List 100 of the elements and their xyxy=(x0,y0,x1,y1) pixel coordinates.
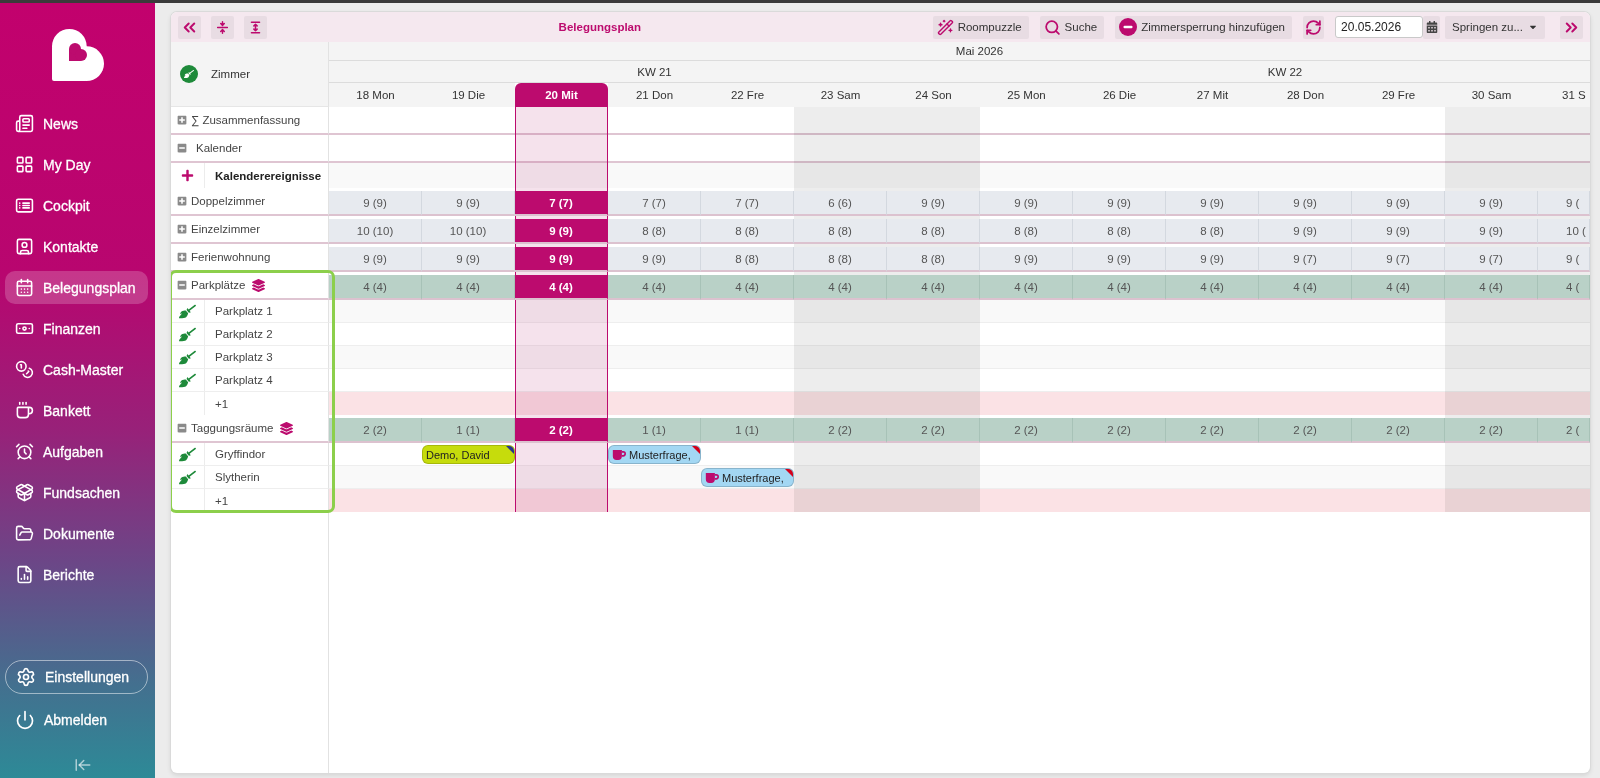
collapse-rows-button[interactable] xyxy=(211,15,234,39)
count-cell: 2 (2) xyxy=(887,418,980,443)
group-label: Taggungsräume xyxy=(191,422,274,434)
day-header: 22 Fre xyxy=(701,83,794,107)
week-label: KW 22 xyxy=(980,61,1590,83)
grid-icon xyxy=(15,155,34,174)
count-cell: 6 (6) xyxy=(794,191,887,216)
nav-item[interactable]: Cash-Master xyxy=(5,353,148,386)
open-box-icon xyxy=(15,483,34,502)
count-cell: 1 (1) xyxy=(608,418,701,443)
count-cell: 4 (4) xyxy=(1073,275,1166,300)
day-header: 20 Mit xyxy=(515,83,608,107)
broom-icon[interactable] xyxy=(179,325,196,343)
count-cell: 10 ( xyxy=(1538,219,1590,244)
count-cell: 2 (2) xyxy=(329,418,422,443)
nav-item[interactable]: Bankett xyxy=(5,394,148,427)
count-cell: 2 (2) xyxy=(980,418,1073,443)
count-cell: 9 (9) xyxy=(329,247,422,272)
more-rooms-label[interactable]: +1 xyxy=(215,397,229,410)
refresh-button[interactable] xyxy=(1303,15,1325,39)
count-cell: 8 (8) xyxy=(701,247,794,272)
broom-icon[interactable] xyxy=(179,302,196,320)
count-cell: 8 (8) xyxy=(1166,219,1259,244)
more-rooms-label[interactable]: +1 xyxy=(215,494,229,507)
toolbar-button[interactable]: Zimmersperrung hinzufügen xyxy=(1115,15,1293,39)
count-cell: 8 (8) xyxy=(887,247,980,272)
count-cell: 8 (8) xyxy=(608,219,701,244)
count-cell: 2 ( xyxy=(1538,418,1590,443)
scroll-right-button[interactable] xyxy=(1560,15,1583,39)
room-label: Parkplatz 3 xyxy=(215,351,273,363)
cup-icon xyxy=(15,401,34,420)
broom-icon[interactable] xyxy=(179,371,196,389)
page-title: Belegungsplan xyxy=(557,21,643,33)
jump-to-dropdown[interactable]: Springen zu... xyxy=(1445,15,1545,39)
magic-wand-icon xyxy=(936,18,954,36)
count-cell: 4 (4) xyxy=(794,275,887,300)
toolbar-button[interactable]: Suche xyxy=(1039,15,1105,39)
nav-item[interactable]: Dokumente xyxy=(5,517,148,550)
booking-label: Demo, David xyxy=(426,448,490,461)
room-label: Gryffindor xyxy=(215,448,266,460)
mug-icon xyxy=(612,448,626,461)
nav-item[interactable]: My Day xyxy=(5,148,148,181)
count-cell: 9 (7) xyxy=(1352,247,1445,272)
nav-item[interactable]: Kontakte xyxy=(5,230,148,263)
count-cell: 8 (8) xyxy=(1073,219,1166,244)
calendar-button[interactable] xyxy=(1423,15,1441,39)
count-cell: 4 (4) xyxy=(1166,275,1259,300)
unfold-icon xyxy=(249,20,262,34)
folder-icon xyxy=(15,524,34,543)
scroll-left-button[interactable] xyxy=(178,15,201,39)
day-header: 23 Sam xyxy=(794,83,887,107)
count-cell: 7 (7) xyxy=(701,191,794,216)
broom-icon[interactable] xyxy=(179,348,196,366)
nav-item[interactable]: Finanzen xyxy=(5,312,148,345)
broom-icon[interactable] xyxy=(179,468,196,486)
nav-item[interactable]: Cockpit xyxy=(5,189,148,222)
nav-item[interactable]: Aufgaben xyxy=(5,435,148,468)
count-cell: 1 (1) xyxy=(701,418,794,443)
layers-icon[interactable] xyxy=(252,278,266,292)
count-cell: 2 (2) xyxy=(794,418,887,443)
layers-icon[interactable] xyxy=(280,421,294,435)
count-cell: 4 (4) xyxy=(329,275,422,300)
count-cell: 4 (4) xyxy=(887,275,980,300)
booking-bar[interactable]: Musterfrage, xyxy=(701,468,794,487)
count-cell: 8 (8) xyxy=(701,219,794,244)
count-cell: 4 (4) xyxy=(701,275,794,300)
count-cell: 9 (9) xyxy=(515,247,608,272)
alarm-clock-icon xyxy=(15,442,34,461)
event-type-label: Kalenderereignisse xyxy=(215,169,322,182)
broom-badge-icon[interactable] xyxy=(180,65,198,83)
count-cell: 9 (9) xyxy=(1352,219,1445,244)
booking-bar[interactable]: Demo, David xyxy=(422,445,515,464)
plus-icon[interactable] xyxy=(181,169,194,182)
nav-item[interactable]: Belegungsplan xyxy=(5,271,148,304)
power-icon xyxy=(15,709,35,730)
count-cell: 9 (9) xyxy=(1073,191,1166,216)
count-cell: 8 (8) xyxy=(887,219,980,244)
booking-bar[interactable]: Musterfrage, xyxy=(608,445,701,464)
count-cell: 9 (9) xyxy=(1166,247,1259,272)
logo-icon xyxy=(51,29,104,81)
count-cell: 4 (4) xyxy=(422,275,515,300)
nav-item[interactable]: Berichte xyxy=(5,558,148,591)
count-cell: 7 (7) xyxy=(608,191,701,216)
booking-label: Musterfrage, xyxy=(722,471,784,484)
date-field[interactable]: 20.05.2026 xyxy=(1335,16,1424,38)
count-cell: 4 (4) xyxy=(515,275,608,300)
coins-icon xyxy=(15,360,34,379)
count-cell: 2 (2) xyxy=(1352,418,1445,443)
toolbar-button[interactable]: Roompuzzle xyxy=(932,15,1029,39)
nav-item[interactable]: News xyxy=(5,107,148,140)
count-cell: 8 (8) xyxy=(980,219,1073,244)
minus-circle-icon xyxy=(1119,18,1138,36)
day-header: 30 Sam xyxy=(1445,83,1538,107)
count-cell: 9 (9) xyxy=(422,191,515,216)
nav-item[interactable]: Abmelden xyxy=(5,703,148,736)
nav-item[interactable]: Fundsachen xyxy=(5,476,148,509)
expand-rows-button[interactable] xyxy=(244,15,267,39)
group-label: ∑ Zusammenfassung xyxy=(191,114,301,126)
broom-icon[interactable] xyxy=(179,445,196,463)
refresh-icon xyxy=(1305,18,1323,36)
